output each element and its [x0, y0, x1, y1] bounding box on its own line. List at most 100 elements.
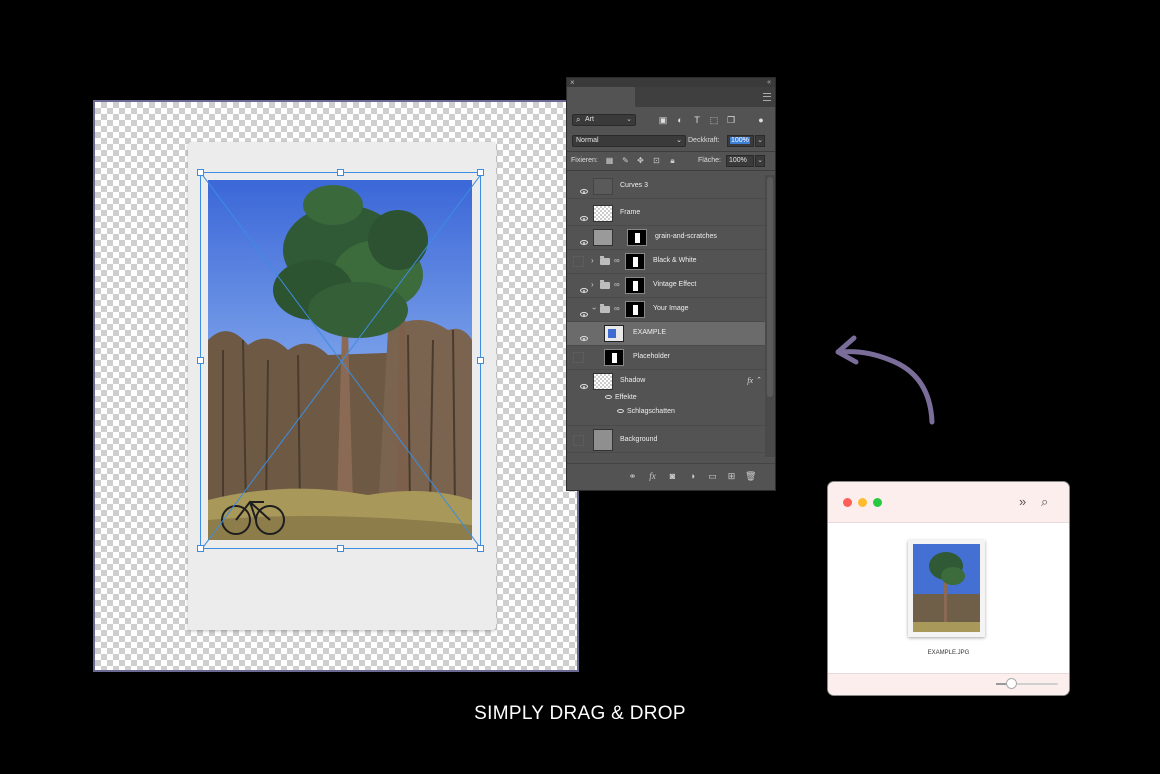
- trash-icon[interactable]: 🗑︎: [745, 471, 756, 482]
- fx-icon[interactable]: fx: [647, 471, 658, 482]
- layer-row[interactable]: Frame: [567, 202, 765, 226]
- filter-toggle-icon[interactable]: ●: [756, 115, 766, 125]
- transform-handle-bottom-right[interactable]: [477, 545, 484, 552]
- link-icon[interactable]: ∞: [614, 256, 620, 265]
- layer-thumbnail: [604, 349, 624, 366]
- close-icon[interactable]: ×: [570, 78, 575, 87]
- layer-filter-select[interactable]: ⌕ Art ⌄: [572, 114, 636, 126]
- lock-all-icon[interactable]: 🔒︎: [668, 156, 677, 165]
- new-group-icon[interactable]: ▭: [707, 471, 718, 482]
- visibility-toggle[interactable]: [573, 256, 584, 267]
- chevron-double-right-icon[interactable]: »: [1019, 494, 1026, 509]
- transform-handle-top-left[interactable]: [197, 169, 204, 176]
- layer-name: Vintage Effect: [653, 281, 697, 288]
- visibility-toggle[interactable]: [573, 352, 584, 363]
- adjustment-filter-icon[interactable]: ◐: [675, 115, 685, 125]
- panel-menu-icon[interactable]: [763, 93, 771, 101]
- visibility-toggle[interactable]: [573, 232, 588, 245]
- transform-handle-top-center[interactable]: [337, 169, 344, 176]
- document-canvas[interactable]: [93, 100, 579, 672]
- layer-mask-thumbnail[interactable]: [627, 229, 647, 246]
- transform-handle-middle-right[interactable]: [477, 357, 484, 364]
- layer-mask-thumbnail[interactable]: [625, 253, 645, 270]
- transform-handle-top-right[interactable]: [477, 169, 484, 176]
- minimize-button[interactable]: [858, 498, 867, 507]
- layer-mask-thumbnail[interactable]: [625, 277, 645, 294]
- lock-transparency-icon[interactable]: ▦: [605, 156, 614, 165]
- transform-handle-bottom-left[interactable]: [197, 545, 204, 552]
- lock-position-icon[interactable]: ✥: [636, 156, 645, 165]
- layer-name: EXAMPLE: [633, 329, 667, 336]
- image-filter-icon[interactable]: ▣: [658, 115, 668, 125]
- visibility-toggle[interactable]: [573, 304, 588, 317]
- layer-row[interactable]: › ∞ Black & White: [567, 250, 765, 274]
- zoom-button[interactable]: [873, 498, 882, 507]
- smart-object-filter-icon[interactable]: ❐: [726, 115, 736, 125]
- file-thumbnail[interactable]: [908, 540, 985, 637]
- visibility-toggle[interactable]: [573, 181, 588, 194]
- panel-title-bar: × «: [567, 78, 775, 87]
- type-filter-icon[interactable]: T: [692, 115, 702, 125]
- adjustment-layer-icon[interactable]: ◑: [687, 471, 698, 482]
- chevron-up-icon[interactable]: ⌃: [756, 376, 762, 384]
- file-name: EXAMPLE.JPG: [927, 650, 970, 656]
- visibility-toggle[interactable]: [573, 328, 588, 341]
- folder-icon: [600, 304, 610, 313]
- layer-row[interactable]: › ∞ Vintage Effect: [567, 274, 765, 298]
- layers-panel: × « ⌕ Art ⌄ ▣ ◐ T ⬚ ❐ ● Normal ⌄ Deckkra…: [566, 77, 776, 491]
- folder-icon: [600, 280, 610, 289]
- layer-thumbnail: [593, 205, 613, 222]
- drop-shadow-row[interactable]: Schlagschatten: [617, 408, 675, 415]
- scrollbar-thumb[interactable]: [767, 177, 773, 397]
- chevron-right-icon[interactable]: ›: [591, 256, 594, 265]
- shape-filter-icon[interactable]: ⬚: [709, 115, 719, 125]
- layer-row[interactable]: Curves 3: [567, 175, 765, 199]
- layer-row[interactable]: Shadow fx ⌃ Effekte Schlagschatten: [567, 370, 765, 426]
- visibility-toggle[interactable]: [573, 280, 588, 293]
- eye-icon[interactable]: [605, 395, 612, 400]
- link-icon[interactable]: ∞: [614, 280, 620, 289]
- visibility-toggle[interactable]: [573, 208, 588, 221]
- icon-size-slider[interactable]: [996, 678, 1058, 689]
- layer-name: Background: [620, 436, 658, 443]
- link-icon[interactable]: ∞: [614, 304, 620, 313]
- close-button[interactable]: [843, 498, 852, 507]
- layer-row[interactable]: grain-and-scratches: [567, 226, 765, 250]
- lock-pixels-icon[interactable]: ✎: [621, 156, 630, 165]
- lock-artboard-icon[interactable]: ⊡: [652, 156, 661, 165]
- layer-mask-thumbnail[interactable]: [625, 301, 645, 318]
- chevron-down-icon[interactable]: ›: [590, 307, 599, 310]
- link-layers-icon[interactable]: ⚭: [627, 471, 638, 482]
- visibility-toggle[interactable]: [573, 435, 584, 446]
- blend-mode-select[interactable]: Normal ⌄: [572, 135, 686, 147]
- transform-handle-bottom-center[interactable]: [337, 545, 344, 552]
- opacity-dropdown[interactable]: ⌄: [755, 135, 765, 147]
- transform-bounding-box[interactable]: [200, 172, 482, 550]
- tab-layers[interactable]: [567, 87, 635, 107]
- slider-knob[interactable]: [1006, 678, 1017, 689]
- eye-icon: [580, 336, 588, 341]
- layer-row[interactable]: Background: [567, 427, 765, 453]
- eye-icon: [580, 189, 588, 194]
- effects-row[interactable]: Effekte: [605, 394, 637, 401]
- blend-mode-value: Normal: [576, 137, 599, 144]
- layer-row-selected[interactable]: EXAMPLE: [567, 322, 765, 346]
- visibility-toggle[interactable]: [573, 376, 588, 389]
- layer-filter-value: Art: [585, 116, 594, 123]
- eye-icon[interactable]: [617, 409, 624, 414]
- collapse-icon[interactable]: «: [767, 78, 771, 87]
- layer-name: grain-and-scratches: [655, 233, 717, 240]
- new-layer-icon[interactable]: ⊞: [726, 471, 737, 482]
- fill-input[interactable]: 100%: [726, 155, 754, 167]
- fill-dropdown[interactable]: ⌄: [755, 155, 765, 167]
- transform-handle-middle-left[interactable]: [197, 357, 204, 364]
- layer-thumbnail: [593, 229, 613, 246]
- add-mask-icon[interactable]: ◙: [667, 471, 678, 482]
- fx-icon[interactable]: fx: [747, 376, 753, 385]
- opacity-input[interactable]: 100%: [727, 135, 754, 147]
- layer-row[interactable]: Placeholder: [567, 346, 765, 370]
- layer-row[interactable]: › ∞ Your Image: [567, 298, 765, 322]
- layers-scrollbar[interactable]: [765, 175, 775, 457]
- chevron-right-icon[interactable]: ›: [591, 280, 594, 289]
- search-icon[interactable]: ⌕: [1041, 494, 1048, 510]
